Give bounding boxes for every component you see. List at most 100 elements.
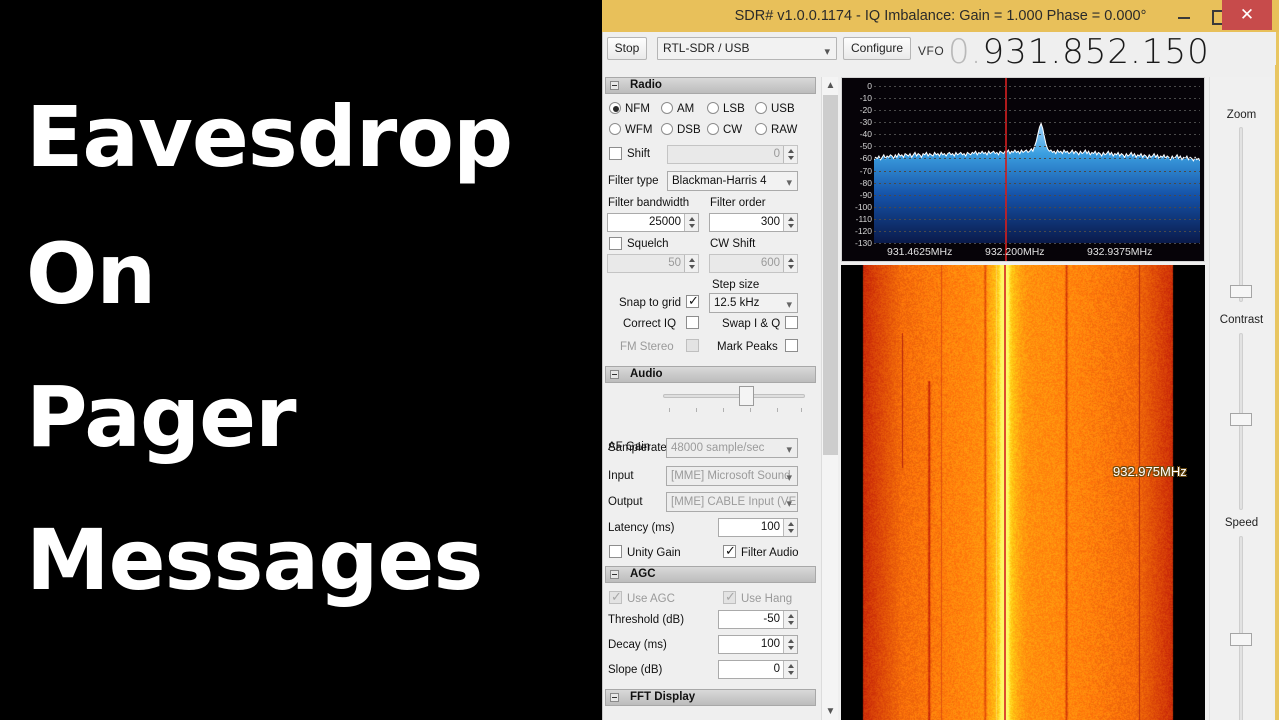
radio-mode-nfm[interactable] [609, 102, 621, 114]
slider-tick [777, 408, 778, 412]
threshold-field[interactable]: -50 [718, 610, 798, 629]
window-titlebar[interactable]: SDR# v1.0.0.1174 - IQ Imbalance: Gain = … [602, 0, 1279, 32]
output-device-dropdown[interactable]: [MME] CABLE Input (VE ▾ [666, 492, 798, 512]
samplerate-dropdown[interactable]: 48000 sample/sec ▾ [666, 438, 798, 458]
close-button[interactable]: ✕ [1222, 0, 1272, 30]
decay-field[interactable]: 100 [718, 635, 798, 654]
speed-label: Speed [1224, 517, 1259, 529]
squelch-checkbox[interactable] [609, 237, 622, 250]
vfo-frequency-display[interactable]: 0.931.852.150 [948, 32, 1210, 72]
input-label: Input [608, 470, 634, 482]
contrast-slider-thumb[interactable] [1230, 413, 1252, 426]
radio-mode-raw[interactable] [755, 123, 767, 135]
slope-field[interactable]: 0 [718, 660, 798, 679]
spectrum-gridline [874, 110, 1200, 112]
video-title-overlay: Eavesdrop On Pager Messages [0, 0, 602, 720]
spinner-arrows-icon[interactable] [783, 214, 797, 231]
spectrum-gridline [874, 230, 1200, 232]
correct-iq-checkbox[interactable] [686, 316, 699, 329]
collapse-icon[interactable] [610, 81, 619, 90]
radio-mode-lsb[interactable] [707, 102, 719, 114]
radio-mode-usb[interactable] [755, 102, 767, 114]
shift-checkbox[interactable] [609, 147, 622, 160]
output-label: Output [608, 496, 643, 508]
radio-mode-wfm[interactable] [609, 123, 621, 135]
snap-to-grid-checkbox[interactable] [686, 293, 699, 309]
latency-field[interactable]: 100 [718, 518, 798, 537]
label-cw: CW [723, 124, 743, 136]
cursor-frequency-tooltip: 932.975MHz [1113, 464, 1187, 479]
speed-slider-thumb[interactable] [1230, 633, 1252, 646]
squelch-value-field[interactable]: 50 [607, 254, 699, 273]
radio-mode-am[interactable] [661, 102, 673, 114]
filter-type-label: Filter type [608, 175, 659, 187]
collapse-icon[interactable] [610, 370, 619, 379]
freq-tick-left: 931.4625MHz [887, 246, 953, 258]
db-axis-label: 0 [867, 81, 872, 91]
shift-value-field[interactable]: 0 [667, 145, 798, 164]
use-agc-checkbox[interactable] [609, 589, 622, 605]
speed-slider-track[interactable] [1239, 536, 1243, 720]
filter-type-dropdown[interactable]: Blackman-Harris 4 ▾ [667, 171, 798, 191]
config-panel-scrollbar[interactable]: ▲ ▼ [821, 77, 838, 720]
spinner-arrows-icon[interactable] [684, 255, 698, 272]
device-source-dropdown[interactable]: RTL-SDR / USB ▾ [657, 37, 837, 60]
af-gain-slider-track[interactable] [663, 394, 805, 398]
waterfall-display[interactable]: 932.975MHz [841, 265, 1205, 720]
vfo-prefix: 0. [948, 32, 983, 72]
step-size-label: Step size [712, 279, 760, 291]
spinner-arrows-icon[interactable] [783, 519, 797, 536]
fft-display-group-header[interactable]: FFT Display [605, 689, 816, 706]
scroll-down-icon[interactable]: ▼ [822, 703, 839, 720]
zoom-slider-track[interactable] [1239, 127, 1243, 302]
radio-group-header[interactable]: Radio [605, 77, 816, 94]
use-hang-checkbox[interactable] [723, 589, 736, 605]
fm-stereo-checkbox[interactable] [686, 339, 699, 352]
audio-group-header[interactable]: Audio [605, 366, 816, 383]
swap-iq-checkbox[interactable] [785, 316, 798, 329]
radio-mode-cw[interactable] [707, 123, 719, 135]
af-gain-slider-thumb[interactable] [739, 386, 754, 406]
scroll-up-icon[interactable]: ▲ [822, 77, 839, 94]
cw-shift-value-field[interactable]: 600 [709, 254, 798, 273]
spectrum-gridline [874, 122, 1200, 124]
input-device-dropdown[interactable]: [MME] Microsoft Sound ▾ [666, 466, 798, 486]
spinner-arrows-icon[interactable] [783, 611, 797, 628]
unity-gain-checkbox[interactable] [609, 545, 622, 558]
output-device-value: [MME] CABLE Input (VE [671, 496, 797, 508]
samplerate-value: 48000 sample/sec [671, 442, 765, 454]
configure-button[interactable]: Configure [843, 37, 911, 60]
spectrum-gridline [874, 134, 1200, 136]
db-axis-label: -10 [859, 93, 872, 104]
spinner-arrows-icon[interactable] [783, 636, 797, 653]
threshold-label: Threshold (dB) [608, 614, 685, 626]
chevron-down-icon: ▾ [786, 444, 792, 456]
label-am: AM [677, 103, 695, 115]
stop-button[interactable]: Stop [607, 37, 647, 60]
display-controls-rail: Zoom Contrast Speed [1209, 77, 1272, 720]
minimize-button[interactable] [1167, 2, 1201, 28]
zoom-label: Zoom [1226, 109, 1257, 121]
slope-label: Slope (dB) [608, 664, 663, 676]
zoom-slider-thumb[interactable] [1230, 285, 1252, 298]
spinner-arrows-icon[interactable] [783, 255, 797, 272]
step-size-dropdown[interactable]: 12.5 kHz ▾ [709, 293, 798, 313]
mark-peaks-checkbox[interactable] [785, 339, 798, 352]
spinner-arrows-icon[interactable] [684, 214, 698, 231]
latency-label: Latency (ms) [608, 522, 675, 534]
filter-bandwidth-value: 25000 [649, 216, 681, 228]
filter-audio-checkbox[interactable] [723, 543, 736, 559]
collapse-icon[interactable] [610, 693, 619, 702]
chevron-down-icon: ▾ [824, 46, 830, 58]
slider-tick [801, 408, 802, 412]
filter-order-value: 300 [760, 216, 780, 228]
spinner-arrows-icon[interactable] [783, 661, 797, 678]
filter-bandwidth-field[interactable]: 25000 [607, 213, 699, 232]
scrollbar-thumb[interactable] [823, 95, 838, 455]
collapse-icon[interactable] [610, 570, 619, 579]
filter-order-field[interactable]: 300 [709, 213, 798, 232]
agc-group-header[interactable]: AGC [605, 566, 816, 583]
spinner-arrows-icon[interactable] [783, 146, 797, 163]
radio-mode-dsb[interactable] [661, 123, 673, 135]
spectrum-analyzer[interactable]: 931.4625MHz 932.200MHz 932.9375MHz 0 -10-… [841, 77, 1205, 262]
